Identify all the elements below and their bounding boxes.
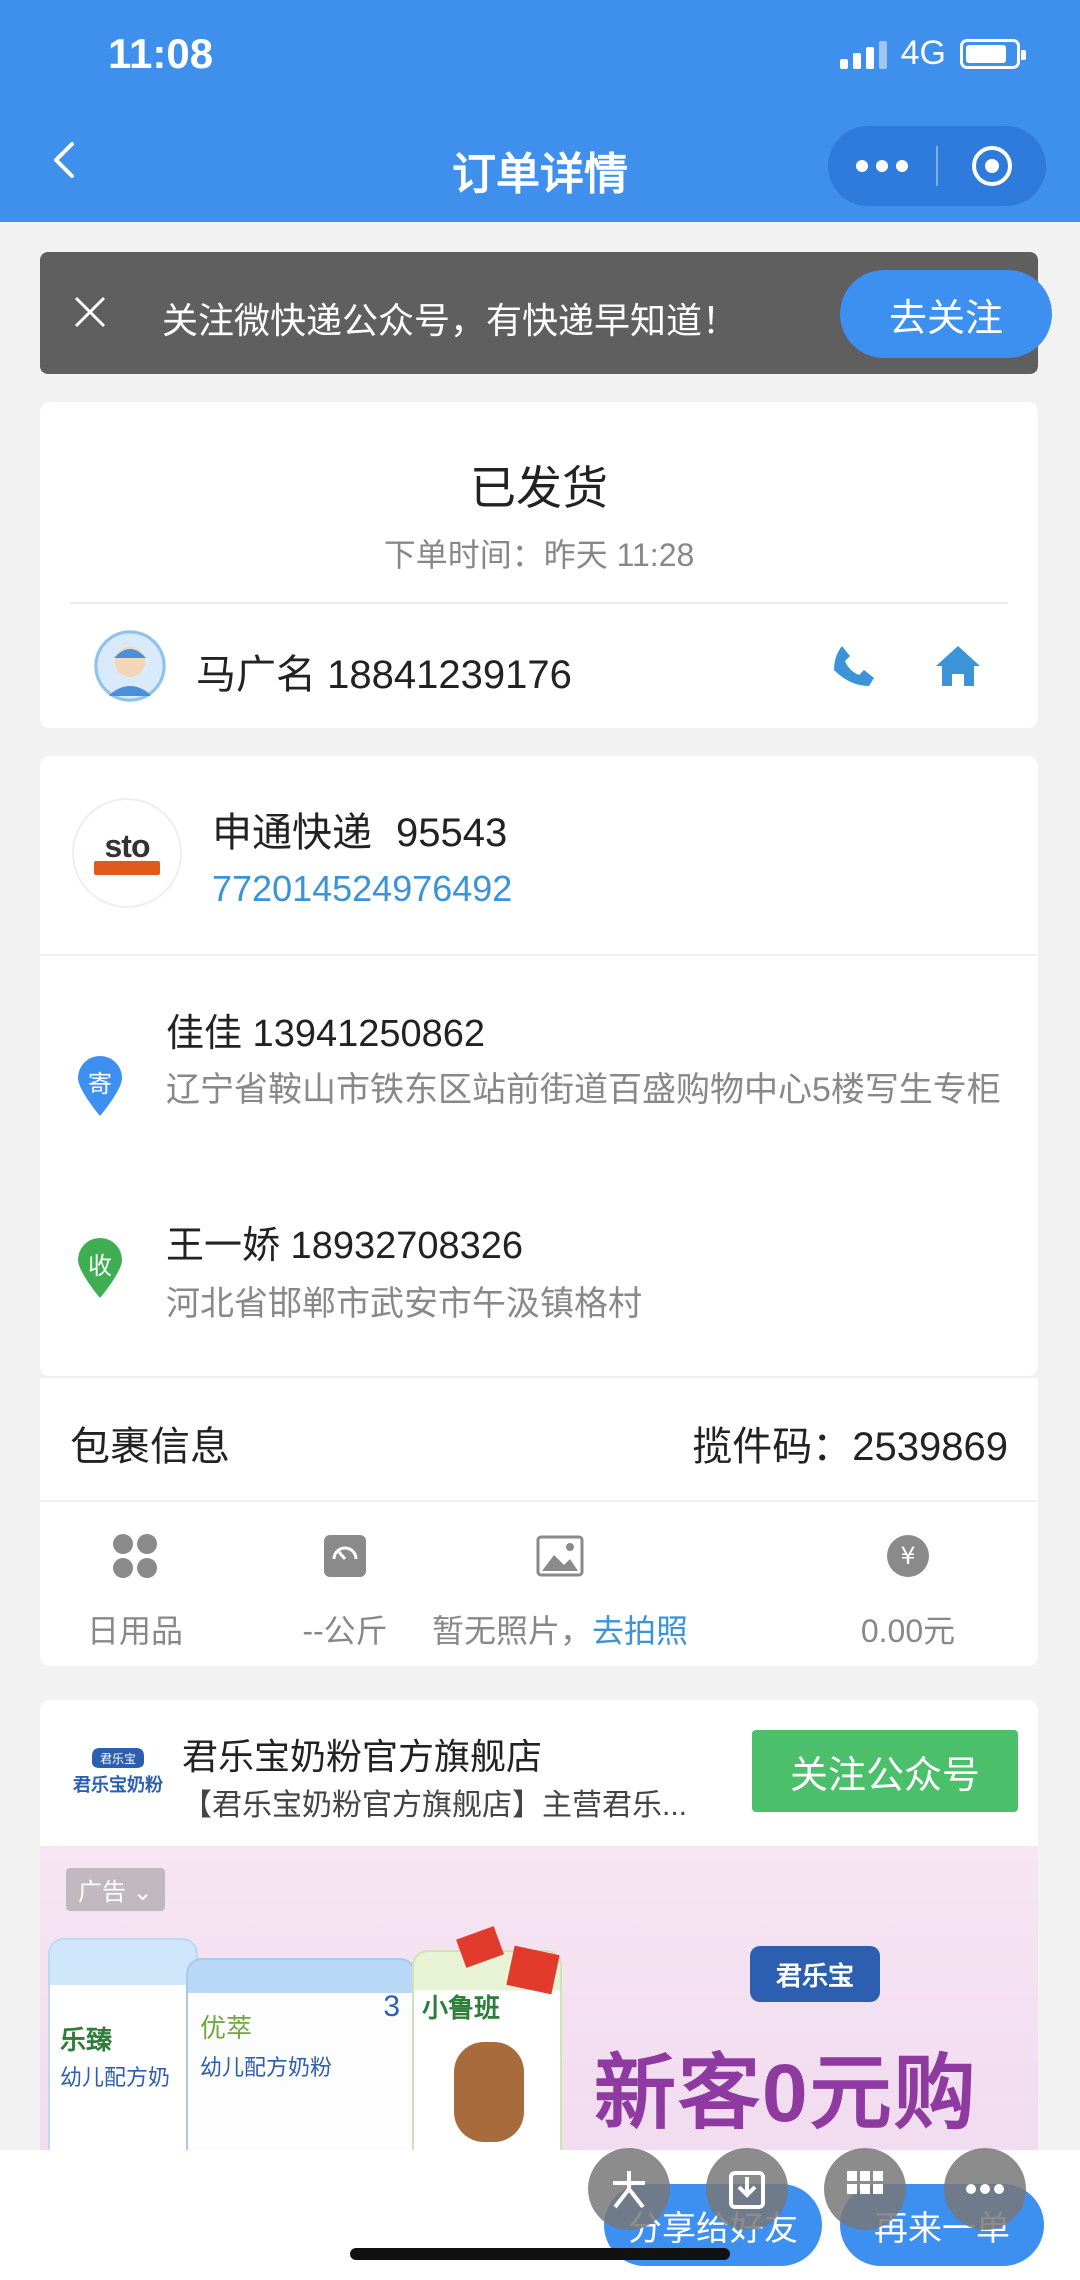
more-actions-icon[interactable] bbox=[944, 2148, 1026, 2230]
product-can: 乐臻 幼儿配方奶 bbox=[48, 1938, 198, 2150]
more-icon[interactable] bbox=[828, 160, 936, 172]
sto-logo: sto bbox=[72, 798, 182, 908]
receiver-name-phone: 王一娇 18932708326 bbox=[166, 1225, 524, 1267]
ad-tag[interactable]: 广告 ⌄ bbox=[66, 1868, 165, 1911]
floating-shortcut-icon[interactable] bbox=[588, 2148, 670, 2230]
header: 11:08 4G 订单详情 bbox=[0, 0, 1080, 222]
package-title: 包裹信息 bbox=[70, 1425, 230, 1469]
order-status-card: 已发货 下单时间：昨天 11:28 马广名 18841239176 bbox=[40, 402, 1038, 728]
shop-logo: 君乐宝 君乐宝奶粉 bbox=[66, 1746, 170, 1798]
package-photo[interactable]: 暂无照片，去拍照 bbox=[410, 1528, 710, 1652]
sto-logo-text: sto bbox=[104, 828, 151, 864]
shop-desc: 【君乐宝奶粉官方旗舰店】主营君乐... bbox=[182, 1789, 688, 1822]
download-icon[interactable] bbox=[706, 2148, 788, 2230]
express-company: 申通快递 95543 bbox=[212, 800, 507, 858]
package-price[interactable]: ¥ 0.00元 bbox=[808, 1528, 1008, 1652]
tracking-number[interactable]: 772014524976492 bbox=[212, 868, 512, 910]
signal-icon bbox=[839, 39, 887, 69]
battery-icon bbox=[960, 38, 1026, 69]
pickup-code: 揽件码：2539869 bbox=[692, 1425, 1008, 1469]
sender-pin-icon: 寄 bbox=[76, 1056, 124, 1118]
close-icon[interactable] bbox=[70, 292, 110, 332]
follow-account-button[interactable]: 关注公众号 bbox=[752, 1730, 1018, 1812]
shop-name[interactable]: 君乐宝奶粉官方旗舰店 bbox=[182, 1728, 542, 1780]
take-photo-link[interactable]: 去拍照 bbox=[592, 1613, 688, 1649]
company-name: 申通快递 bbox=[212, 811, 372, 855]
banner-text: 关注微快递公众号，有快递早知道！ bbox=[162, 300, 739, 341]
grid-icon[interactable] bbox=[824, 2148, 906, 2230]
contact-name-phone: 马广名 18841239176 bbox=[196, 653, 572, 697]
receiver-address: 河北省邯郸市武安市午汲镇格村 bbox=[166, 1285, 642, 1323]
product-can: 优萃 幼儿配方奶粉 3 bbox=[186, 1958, 416, 2150]
svg-text:¥: ¥ bbox=[900, 1542, 915, 1570]
receiver-pin-icon: 收 bbox=[76, 1238, 124, 1300]
order-state: 已发货 bbox=[470, 462, 608, 514]
order-time: 下单时间：昨天 11:28 bbox=[383, 537, 695, 573]
shop-logo-text: 君乐宝奶粉 bbox=[73, 1775, 163, 1795]
follow-button[interactable]: 去关注 bbox=[840, 270, 1052, 358]
mini-program-capsule bbox=[828, 126, 1046, 206]
avatar bbox=[94, 630, 166, 702]
phone-icon[interactable] bbox=[830, 642, 878, 690]
close-target-icon[interactable] bbox=[938, 144, 1046, 188]
express-card: sto 申通快递 95543 772014524976492 寄 佳佳 13941… bbox=[40, 756, 1038, 1376]
home-icon[interactable] bbox=[934, 642, 982, 690]
sender-address: 辽宁省鞍山市铁东区站前街道百盛购物中心5楼写生专柜 bbox=[166, 1071, 1001, 1109]
home-indicator bbox=[350, 2248, 730, 2260]
network-label: 4G bbox=[900, 34, 946, 72]
photo-icon bbox=[410, 1528, 710, 1584]
ad-banner[interactable]: 广告 ⌄ 乐臻 幼儿配方奶 优萃 幼儿配方奶粉 3 小鲁班 君乐宝 新客0元购 bbox=[40, 1846, 1038, 2150]
package-card: 包裹信息 揽件码：2539869 日用品 --公斤 暂无照片，去拍照 ¥ 0.0… bbox=[40, 1376, 1038, 1666]
bottom-bar: 分享给好友 再来一单 bbox=[0, 2150, 1080, 2280]
shop-card: 君乐宝 君乐宝奶粉 君乐宝奶粉官方旗舰店 【君乐宝奶粉官方旗舰店】主营君乐...… bbox=[40, 1700, 1038, 1846]
ad-slogan: 新客0元购 bbox=[594, 2048, 978, 2139]
svg-text:君乐宝: 君乐宝 bbox=[100, 1752, 136, 1766]
yen-icon: ¥ bbox=[808, 1528, 1008, 1584]
sender-name-phone: 佳佳 13941250862 bbox=[166, 1013, 486, 1055]
follow-banner: 关注微快递公众号，有快递早知道！ 去关注 bbox=[40, 252, 1052, 374]
company-hotline[interactable]: 95543 bbox=[396, 811, 507, 855]
status-icons: 4G bbox=[839, 34, 1026, 73]
status-time: 11:08 bbox=[108, 30, 214, 77]
ad-brand-logo: 君乐宝 bbox=[750, 1946, 880, 2002]
